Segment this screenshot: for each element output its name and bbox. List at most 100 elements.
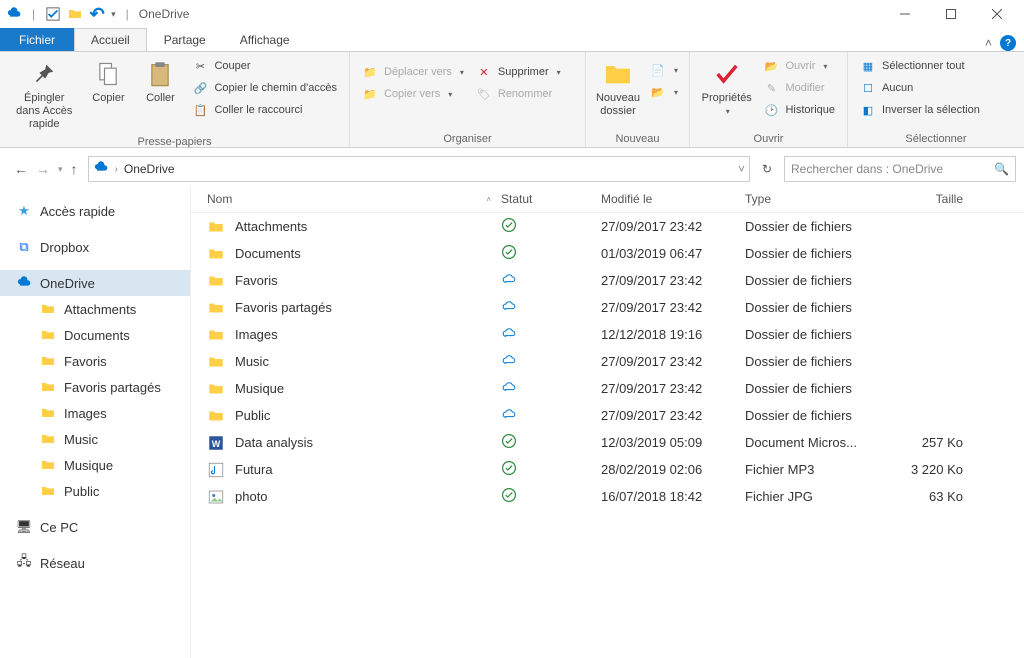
group-clipboard-label: Presse-papiers (8, 134, 341, 148)
close-button[interactable] (974, 0, 1020, 28)
table-row[interactable]: Documents01/03/2019 06:47Dossier de fich… (191, 240, 1024, 267)
recent-dropdown[interactable]: ▾ (58, 164, 63, 175)
sidebar-item[interactable]: Music (0, 426, 190, 452)
select-all-button[interactable]: ▦Sélectionner tout (856, 56, 984, 76)
paste-icon (144, 58, 176, 90)
checkbox-icon[interactable] (45, 6, 61, 22)
col-modified[interactable]: Modifié le (601, 192, 745, 206)
file-size: 257 Ko (893, 435, 983, 450)
help-icon[interactable]: ? (1000, 35, 1016, 51)
sidebar-item[interactable]: Favoris (0, 348, 190, 374)
rename-button[interactable]: 🏷Renommer (472, 84, 565, 104)
titlebar: | ↶ ▾ | OneDrive (0, 0, 1024, 28)
qat-dropdown-icon[interactable]: ▾ (111, 9, 116, 20)
tab-share[interactable]: Partage (147, 28, 223, 51)
sidebar-onedrive[interactable]: OneDrive (0, 270, 190, 296)
paste-button[interactable]: Coller (136, 56, 184, 107)
folder-icon (40, 353, 56, 369)
minimize-button[interactable] (882, 0, 928, 28)
file-status (501, 487, 601, 506)
table-row[interactable]: Public27/09/2017 23:42Dossier de fichier… (191, 402, 1024, 429)
invert-selection-button[interactable]: ◧Inverser la sélection (856, 100, 984, 120)
file-type: Fichier JPG (745, 489, 893, 504)
sidebar-network[interactable]: 🖧Réseau (0, 550, 190, 576)
pin-quick-access-button[interactable]: Épingler dans Accès rapide (8, 56, 80, 134)
sidebar-item[interactable]: Documents (0, 322, 190, 348)
cut-button[interactable]: ✂Couper (188, 56, 341, 76)
sidebar-item[interactable]: Musique (0, 452, 190, 478)
ribbon: Épingler dans Accès rapide Copier Coller… (0, 52, 1024, 148)
file-type: Dossier de fichiers (745, 273, 893, 288)
refresh-button[interactable]: ↻ (754, 156, 780, 182)
tab-view[interactable]: Affichage (223, 28, 307, 51)
delete-button[interactable]: ✕Supprimer▾ (472, 62, 565, 82)
address-dropdown-icon[interactable]: ˅ (738, 162, 745, 176)
breadcrumb-root[interactable]: OneDrive (124, 162, 175, 176)
sidebar-this-pc[interactable]: 🖥Ce PC (0, 514, 190, 540)
history-button[interactable]: 🕑Historique (759, 100, 839, 120)
maximize-button[interactable] (928, 0, 974, 28)
sidebar-item[interactable]: Images (0, 400, 190, 426)
move-to-button[interactable]: 📁Déplacer vers▾ (358, 62, 468, 82)
table-row[interactable]: Favoris partagés27/09/2017 23:42Dossier … (191, 294, 1024, 321)
table-row[interactable]: WData analysis12/03/2019 05:09Document M… (191, 429, 1024, 456)
group-open-label: Ouvrir (698, 131, 839, 145)
folder-icon (40, 379, 56, 395)
search-input[interactable]: Rechercher dans : OneDrive 🔍 (784, 156, 1016, 182)
file-modified: 27/09/2017 23:42 (601, 300, 745, 315)
onedrive-icon (6, 6, 22, 22)
window-title: OneDrive (139, 7, 190, 21)
table-row[interactable]: photo16/07/2018 18:42Fichier JPG63 Ko (191, 483, 1024, 510)
copy-path-button[interactable]: 🔗Copier le chemin d'accès (188, 78, 341, 98)
file-modified: 16/07/2018 18:42 (601, 489, 745, 504)
chevron-right-icon[interactable]: › (115, 164, 118, 175)
table-row[interactable]: Musique27/09/2017 23:42Dossier de fichie… (191, 375, 1024, 402)
sidebar-dropbox[interactable]: ⧉Dropbox (0, 234, 190, 260)
new-folder-button[interactable]: Nouveau dossier (594, 56, 642, 120)
undo-icon[interactable]: ↶ (89, 6, 105, 22)
sidebar-item[interactable]: Attachments (0, 296, 190, 322)
copy-to-button[interactable]: 📁Copier vers▾ (358, 84, 468, 104)
copy-button[interactable]: Copier (84, 56, 132, 107)
file-type-icon (207, 461, 225, 479)
sidebar-item[interactable]: Public (0, 478, 190, 504)
tab-file[interactable]: Fichier (0, 28, 74, 51)
rename-icon: 🏷 (476, 86, 492, 102)
paste-shortcut-button[interactable]: 📋Coller le raccourci (188, 100, 341, 120)
group-select-label: Sélectionner (856, 131, 1016, 145)
open-icon: 📂 (763, 58, 779, 74)
dropbox-icon: ⧉ (16, 239, 32, 255)
folder-icon[interactable] (67, 6, 83, 22)
open-button[interactable]: 📂Ouvrir▾ (759, 56, 839, 76)
address-bar[interactable]: › OneDrive ˅ (88, 156, 750, 182)
new-folder-icon (602, 58, 634, 90)
table-row[interactable]: Images12/12/2018 19:16Dossier de fichier… (191, 321, 1024, 348)
easy-access-icon: 📂 (650, 84, 666, 100)
sidebar-quick-access[interactable]: ★Accès rapide (0, 198, 190, 224)
col-type[interactable]: Type (745, 192, 893, 206)
up-button[interactable]: ↑ (71, 161, 78, 177)
table-row[interactable]: Favoris27/09/2017 23:42Dossier de fichie… (191, 267, 1024, 294)
new-item-button[interactable]: 📄▾ (646, 60, 682, 80)
easy-access-button[interactable]: 📂▾ (646, 82, 682, 102)
tab-home[interactable]: Accueil (74, 28, 147, 51)
sidebar-item[interactable]: Favoris partagés (0, 374, 190, 400)
properties-button[interactable]: Propriétés ▾ (698, 56, 755, 118)
search-icon[interactable]: 🔍 (994, 162, 1009, 176)
file-name: Images (235, 327, 278, 342)
collapse-ribbon-icon[interactable]: ˄ (985, 36, 992, 50)
edit-button[interactable]: ✎Modifier (759, 78, 839, 98)
file-type: Dossier de fichiers (745, 354, 893, 369)
select-none-button[interactable]: ☐Aucun (856, 78, 984, 98)
table-row[interactable]: Futura28/02/2019 02:06Fichier MP33 220 K… (191, 456, 1024, 483)
col-size[interactable]: Taille (893, 192, 983, 206)
column-headers: Nom˄ Statut Modifié le Type Taille (191, 186, 1024, 213)
table-row[interactable]: Music27/09/2017 23:42Dossier de fichiers (191, 348, 1024, 375)
copyto-icon: 📁 (362, 86, 378, 102)
table-row[interactable]: Attachments27/09/2017 23:42Dossier de fi… (191, 213, 1024, 240)
col-name[interactable]: Nom˄ (191, 192, 501, 206)
forward-button[interactable]: → (36, 161, 50, 177)
back-button[interactable]: ← (14, 161, 28, 177)
col-status[interactable]: Statut (501, 192, 601, 206)
folder-icon (40, 457, 56, 473)
